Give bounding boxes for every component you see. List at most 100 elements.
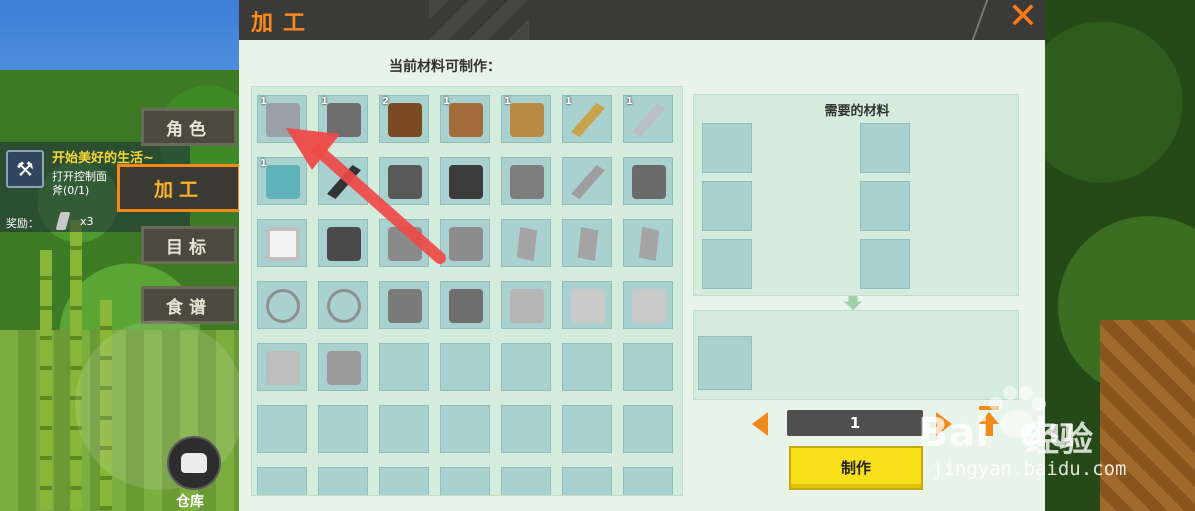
recipe-slot-sword[interactable]: 1 <box>623 95 673 143</box>
recipe-slot-crystal[interactable] <box>562 219 612 267</box>
recipe-slot-lantern[interactable] <box>379 219 429 267</box>
hydrant-icon <box>632 165 666 199</box>
recipe-slot-frame[interactable] <box>257 219 307 267</box>
recipe-slot-crystal[interactable] <box>623 219 673 267</box>
empty-slot[interactable] <box>440 343 490 391</box>
camera-icon <box>327 227 361 261</box>
header-divider <box>971 0 1007 40</box>
decrease-quantity-icon[interactable] <box>752 412 768 436</box>
lantern-icon <box>388 227 422 261</box>
stone-block-icon <box>449 227 483 261</box>
recipe-slot-axe[interactable]: 1 <box>257 95 307 143</box>
crystal-icon <box>577 227 599 261</box>
watermark-brand-part1: Bai <box>918 410 990 456</box>
recipe-slot-rope[interactable] <box>318 281 368 329</box>
recipe-slot-campfire[interactable] <box>379 157 429 205</box>
reward-label: 奖励： <box>6 217 39 230</box>
tab-crafting[interactable]: 加工 <box>117 164 241 212</box>
empty-slot[interactable] <box>562 343 612 391</box>
empty-slot[interactable] <box>379 467 429 495</box>
empty-slot[interactable] <box>257 405 307 453</box>
plank-icon <box>510 289 544 323</box>
empty-slot[interactable] <box>440 405 490 453</box>
material-slot[interactable] <box>702 239 752 289</box>
slot-count: 1 <box>443 96 450 107</box>
crystal-icon <box>516 227 538 261</box>
tab-character[interactable]: 角色 <box>141 108 237 146</box>
recipe-slot-grass-bundle[interactable] <box>562 281 612 329</box>
recipe-slot-stone-block[interactable] <box>440 219 490 267</box>
material-slot[interactable] <box>860 239 910 289</box>
recipe-slot-pitchfork[interactable]: 1 <box>501 95 551 143</box>
recipe-slot-plank[interactable] <box>501 281 551 329</box>
material-slot[interactable] <box>702 181 752 231</box>
empty-slot[interactable] <box>257 467 307 495</box>
recipe-slot-grass-bundle[interactable] <box>623 281 673 329</box>
spear-icon <box>571 103 605 137</box>
recipe-slot-storage-box[interactable]: 1 <box>257 157 307 205</box>
axe-icon: ⚒ <box>6 150 44 188</box>
quantity-field[interactable]: 1 <box>787 410 923 436</box>
material-slot[interactable] <box>702 123 752 173</box>
rope-icon <box>327 289 361 323</box>
crystal-icon <box>638 227 660 261</box>
result-slot[interactable] <box>698 336 752 390</box>
rope-icon <box>266 289 300 323</box>
drill-icon <box>571 165 605 199</box>
warehouse-label: 仓库 <box>176 494 204 510</box>
tab-recipes[interactable]: 食谱 <box>141 286 237 324</box>
empty-slot[interactable] <box>318 467 368 495</box>
bamboo <box>70 220 82 510</box>
empty-slot[interactable] <box>501 405 551 453</box>
recipe-slot-torch[interactable] <box>318 157 368 205</box>
slot-count: 2 <box>382 96 389 107</box>
recipe-slot-rope[interactable] <box>257 281 307 329</box>
recipe-slot-pickaxe[interactable]: 1 <box>318 95 368 143</box>
recipe-slot-wood-block[interactable]: 2 <box>379 95 429 143</box>
empty-slot[interactable] <box>623 343 673 391</box>
empty-slot[interactable] <box>623 467 673 495</box>
recipe-slot-camera[interactable] <box>318 219 368 267</box>
backpack-icon <box>181 453 207 473</box>
furnace-icon <box>449 289 483 323</box>
empty-slot[interactable] <box>501 343 551 391</box>
empty-slot[interactable] <box>562 467 612 495</box>
arrow-down-icon <box>844 296 862 310</box>
recipe-slot-paper[interactable] <box>257 343 307 391</box>
recipe-slot-shovel[interactable]: 1 <box>440 95 490 143</box>
empty-slot[interactable] <box>379 343 429 391</box>
task-progress: 斧(0/1) <box>52 184 90 197</box>
recipe-slot-shield[interactable] <box>501 157 551 205</box>
recipe-slot-drill[interactable] <box>562 157 612 205</box>
statue-icon <box>327 351 361 385</box>
material-slot[interactable] <box>860 181 910 231</box>
panel-title: 加工 <box>251 11 316 36</box>
tab-goals[interactable]: 目标 <box>141 226 237 264</box>
warehouse-button[interactable] <box>167 436 221 490</box>
recipe-slot-furnace[interactable] <box>440 281 490 329</box>
frame-icon <box>266 227 300 261</box>
recipe-slot-stone-cube[interactable] <box>379 281 429 329</box>
recipe-slot-workbench[interactable] <box>440 157 490 205</box>
empty-slot[interactable] <box>440 467 490 495</box>
sword-icon <box>632 103 666 137</box>
empty-slot[interactable] <box>318 405 368 453</box>
recipe-slot-crystal[interactable] <box>501 219 551 267</box>
craft-button[interactable]: 制作 <box>789 446 923 490</box>
empty-slot[interactable] <box>501 467 551 495</box>
wood-block-icon <box>388 103 422 137</box>
empty-slot[interactable] <box>623 405 673 453</box>
empty-slot[interactable] <box>379 405 429 453</box>
watermark-url: jingyan.baidu.com <box>932 458 1127 480</box>
slot-count: 1 <box>260 96 267 107</box>
slot-count: 1 <box>504 96 511 107</box>
material-slot[interactable] <box>860 123 910 173</box>
grass-bundle-icon <box>571 289 605 323</box>
recipe-slot-spear[interactable]: 1 <box>562 95 612 143</box>
workbench-icon <box>449 165 483 199</box>
empty-slot[interactable] <box>562 405 612 453</box>
recipe-slot-statue[interactable] <box>318 343 368 391</box>
recipe-slot-hydrant[interactable] <box>623 157 673 205</box>
close-icon[interactable]: ✕ <box>1004 0 1042 35</box>
watermark-product: 经验 <box>1025 420 1093 460</box>
